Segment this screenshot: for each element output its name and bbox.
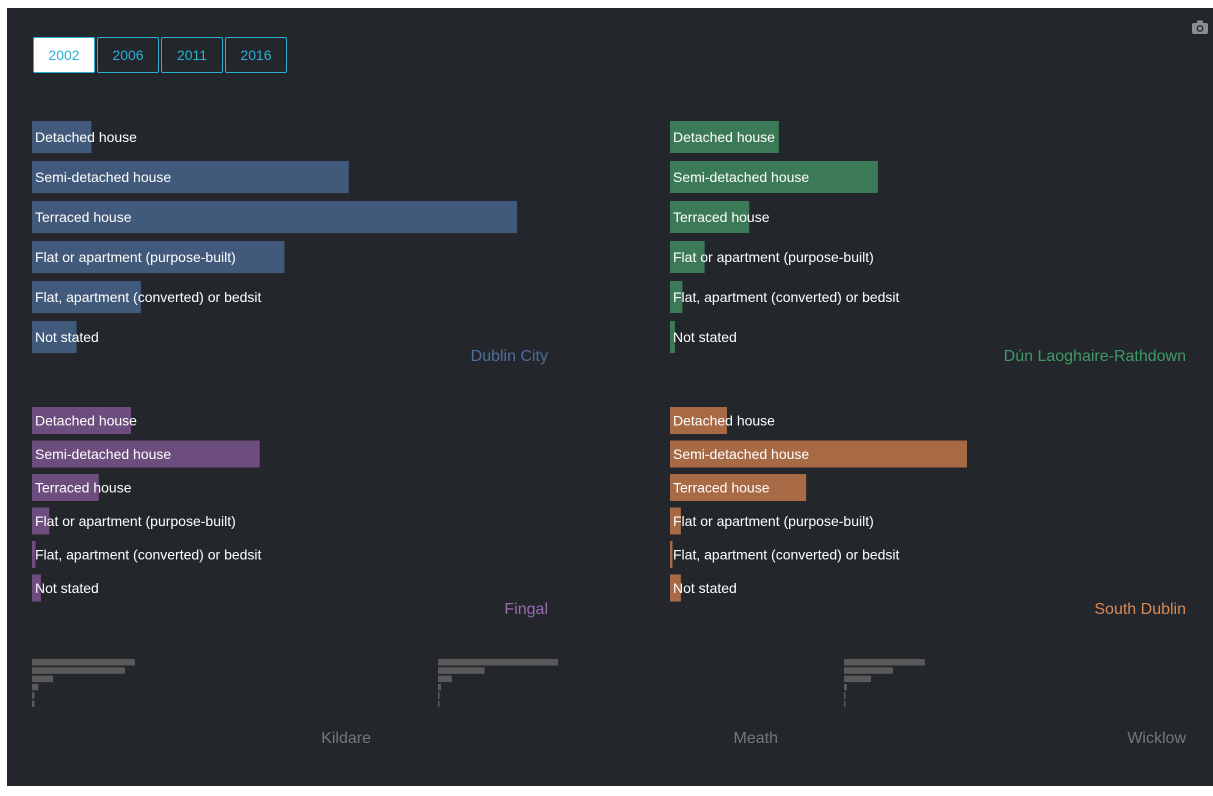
- panel-title: Wicklow: [1127, 730, 1186, 747]
- bar-label: Terraced house: [35, 209, 132, 225]
- bar: [32, 241, 285, 273]
- bar-label: Not stated: [673, 329, 737, 345]
- bar: [32, 201, 518, 233]
- bar: [32, 675, 54, 683]
- bar: [670, 440, 967, 468]
- bar: [844, 675, 871, 683]
- bar: [438, 692, 440, 699]
- bar: [32, 667, 126, 674]
- bar: [32, 321, 77, 353]
- bar-label: Semi-detached house: [673, 446, 809, 462]
- bar: [670, 321, 675, 353]
- bar: [32, 281, 141, 313]
- bar-label: Terraced house: [673, 209, 770, 225]
- tab-2016[interactable]: 2016: [225, 37, 287, 73]
- bar-label: Terraced house: [35, 480, 132, 496]
- bar: [438, 659, 559, 666]
- bar-label: Flat, apartment (converted) or bedsit: [673, 289, 900, 305]
- bar: [32, 507, 50, 535]
- bar: [32, 440, 260, 468]
- bar-label: Flat or apartment (purpose-built): [35, 249, 236, 265]
- bar: [844, 683, 847, 691]
- panel-title: Dún Laoghaire-Rathdown: [1004, 348, 1186, 365]
- bar-chart-grid: Detached house Semi-detached house Terrace…: [32, 121, 1186, 747]
- bar: [670, 507, 681, 535]
- bar: [670, 201, 750, 233]
- bar: [844, 659, 925, 666]
- year-tabs: 2002 2006 2011 2016: [33, 37, 287, 73]
- bar: [844, 700, 846, 707]
- bar-label: Flat, apartment (converted) or bedsit: [35, 289, 262, 305]
- bar-label: Flat or apartment (purpose-built): [673, 249, 874, 265]
- bar: [670, 241, 705, 273]
- bar-label: Terraced house: [673, 480, 770, 496]
- bar: [670, 121, 779, 153]
- bar: [670, 407, 727, 434]
- bar: [32, 474, 99, 501]
- bar-label: Not stated: [35, 580, 99, 596]
- bar: [670, 281, 683, 313]
- bar: [32, 659, 135, 666]
- bar-label: Not stated: [35, 329, 99, 345]
- bar: [438, 675, 452, 683]
- bar-label: Detached house: [673, 129, 775, 145]
- bar-label: Flat, apartment (converted) or bedsit: [673, 547, 900, 563]
- panel-title: Meath: [734, 730, 778, 747]
- bar: [670, 161, 878, 193]
- bar: [670, 574, 681, 602]
- bar-label: Semi-detached house: [35, 169, 171, 185]
- panel-title: South Dublin: [1094, 601, 1186, 618]
- bar: [32, 407, 131, 434]
- bar: [438, 667, 485, 674]
- panel-title: Dublin City: [471, 348, 548, 365]
- tab-2002[interactable]: 2002: [33, 37, 95, 73]
- bar-label: Detached house: [35, 413, 137, 429]
- panel-title: Kildare: [321, 730, 371, 747]
- bar: [32, 692, 35, 699]
- chart-frame: 2002 2006 2011 2016 Detached house Semi-d…: [7, 8, 1213, 786]
- bar-label: Semi-detached house: [35, 446, 171, 462]
- bar-label: Not stated: [673, 580, 737, 596]
- bar: [32, 161, 349, 193]
- bar: [844, 692, 846, 699]
- bar: [438, 683, 441, 691]
- tab-2006[interactable]: 2006: [97, 37, 159, 73]
- bar-label: Flat, apartment (converted) or bedsit: [35, 547, 262, 563]
- bar: [32, 121, 92, 153]
- camera-icon[interactable]: [1192, 20, 1208, 34]
- bar: [670, 474, 807, 501]
- panel-title: Fingal: [504, 601, 548, 618]
- bar: [32, 574, 41, 602]
- bar: [670, 541, 673, 568]
- bar-label: Flat or apartment (purpose-built): [673, 513, 874, 529]
- bar: [32, 700, 35, 707]
- bar: [32, 541, 36, 568]
- bar-label: Detached house: [673, 413, 775, 429]
- bar-label: Semi-detached house: [673, 169, 809, 185]
- bar-label: Flat or apartment (purpose-built): [35, 513, 236, 529]
- bar-label: Detached house: [35, 129, 137, 145]
- bar: [438, 700, 440, 707]
- bar: [32, 683, 39, 691]
- tab-2011[interactable]: 2011: [161, 37, 223, 73]
- bar: [844, 667, 893, 674]
